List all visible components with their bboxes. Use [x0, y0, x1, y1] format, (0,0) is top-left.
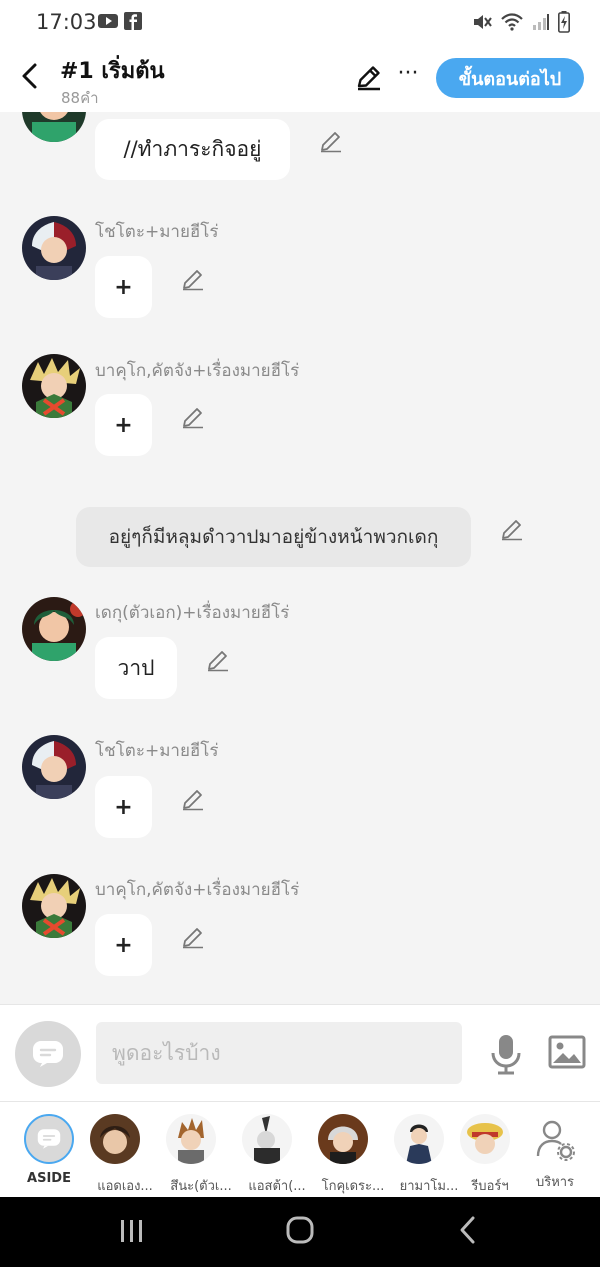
home-icon[interactable]	[285, 1215, 315, 1245]
character-item[interactable]: รีบอร์ฯ	[460, 1114, 520, 1196]
character-label: บริหาร	[535, 1175, 575, 1190]
character-label: สึนะ(ตัวเ...	[170, 1179, 232, 1194]
character-name: เดกุ(ตัวเอก)+เรื่องมายฮีโร่	[95, 603, 290, 623]
character-bar: ASIDE แอดเอง... สึนะ(ตัวเ... แอสต้า(... …	[0, 1101, 600, 1198]
battery-icon	[558, 11, 570, 33]
message-bubble[interactable]: +	[95, 914, 152, 976]
chat-bubble-icon	[33, 1041, 63, 1067]
youtube-icon	[98, 14, 118, 28]
message-bubble[interactable]: วาป	[95, 637, 177, 699]
character-label: ยามาโม...	[399, 1179, 459, 1194]
message-input[interactable]	[96, 1022, 462, 1084]
character-aside[interactable]: ASIDE	[14, 1114, 84, 1186]
recent-apps-icon[interactable]	[118, 1218, 146, 1244]
edit-message-icon[interactable]	[181, 787, 205, 811]
more-options-button[interactable]: ···	[396, 62, 420, 92]
composer	[0, 1004, 600, 1102]
message-bubble[interactable]: //ทำภาระกิจอยู่	[95, 119, 290, 180]
avatar-bakugo	[22, 874, 86, 938]
character-item[interactable]: แอดเอง...	[90, 1114, 160, 1196]
character-item[interactable]: โกคุเดระ...	[318, 1114, 388, 1196]
avatar-bakugo	[22, 354, 86, 418]
avatar-deku	[22, 112, 86, 142]
word-count: 88คำ	[61, 89, 99, 107]
chat-bubble-icon	[37, 1129, 61, 1149]
message-text: +	[114, 932, 133, 958]
wifi-icon	[501, 13, 523, 31]
message-text: +	[114, 274, 133, 300]
avatar-shoto	[22, 216, 86, 280]
back-nav-icon[interactable]	[456, 1215, 480, 1245]
edit-message-icon[interactable]	[181, 405, 205, 429]
avatar-shoto	[22, 735, 86, 799]
character-item[interactable]: ยามาโม...	[394, 1114, 464, 1196]
character-label: แอดเอง...	[97, 1179, 153, 1194]
facebook-icon	[124, 12, 142, 30]
character-name: บาคุโก,คัตจัง+เรื่องมายฮีโร่	[95, 880, 300, 900]
message-bubble[interactable]: +	[95, 776, 152, 838]
avatar-deku	[22, 597, 86, 661]
character-avatar	[460, 1114, 510, 1164]
microphone-icon[interactable]	[488, 1033, 524, 1075]
character-item[interactable]: สึนะ(ตัวเ...	[166, 1114, 236, 1196]
character-label: แอสต้า(...	[248, 1179, 306, 1194]
manage-characters-button[interactable]: บริหาร	[520, 1114, 590, 1192]
navigation-bar	[0, 1197, 600, 1267]
signal-icon	[533, 14, 549, 30]
back-icon[interactable]	[14, 60, 46, 92]
message-text: วาป	[117, 655, 155, 680]
edit-message-icon[interactable]	[181, 925, 205, 949]
mute-icon	[474, 15, 492, 29]
character-avatar	[394, 1114, 444, 1164]
next-step-button[interactable]: ขั้นตอนต่อไป	[436, 58, 584, 98]
character-avatar	[242, 1114, 292, 1164]
user-settings-icon	[536, 1120, 575, 1161]
edit-message-icon[interactable]	[319, 129, 343, 153]
message-text: +	[114, 412, 133, 438]
message-bubble[interactable]: +	[95, 394, 152, 456]
narration-text: อยู่ๆก็มีหลุมดำวาปมาอยู่ข้างหน้าพวกเดกุ	[108, 526, 439, 548]
character-name: โชโตะ+มายฮีโร่	[95, 222, 219, 242]
message-text: //ทำภาระกิจอยู่	[123, 137, 262, 161]
character-name: บาคุโก,คัตจัง+เรื่องมายฮีโร่	[95, 361, 300, 381]
message-text: +	[114, 794, 133, 820]
header: #1 เริ่มต้น 88คำ ··· ขั้นตอนต่อไป	[0, 44, 600, 112]
aside-toggle-button[interactable]	[15, 1021, 81, 1087]
message-bubble[interactable]: +	[95, 256, 152, 318]
page-title: #1 เริ่มต้น	[60, 59, 165, 84]
character-avatar	[90, 1114, 140, 1164]
character-item[interactable]: แอสต้า(...	[242, 1114, 312, 1196]
image-icon[interactable]	[548, 1035, 586, 1069]
character-avatar	[166, 1114, 216, 1164]
character-name: โชโตะ+มายฮีโร่	[95, 741, 219, 761]
character-label: โกคุเดระ...	[321, 1179, 385, 1194]
edit-message-icon[interactable]	[500, 517, 524, 541]
narration-bubble[interactable]: อยู่ๆก็มีหลุมดำวาปมาอยู่ข้างหน้าพวกเดกุ	[76, 507, 471, 567]
chat-area[interactable]: //ทำภาระกิจอยู่ โชโตะ+มายฮีโร่ + บาคุโก,…	[0, 112, 600, 1004]
edit-message-icon[interactable]	[206, 648, 230, 672]
edit-title-icon[interactable]	[354, 62, 384, 92]
character-label: ASIDE	[27, 1171, 71, 1186]
edit-message-icon[interactable]	[181, 267, 205, 291]
status-bar: 17:03	[0, 0, 600, 44]
character-avatar	[318, 1114, 368, 1164]
status-time: 17:03	[36, 10, 97, 34]
character-label: รีบอร์ฯ	[471, 1179, 509, 1194]
